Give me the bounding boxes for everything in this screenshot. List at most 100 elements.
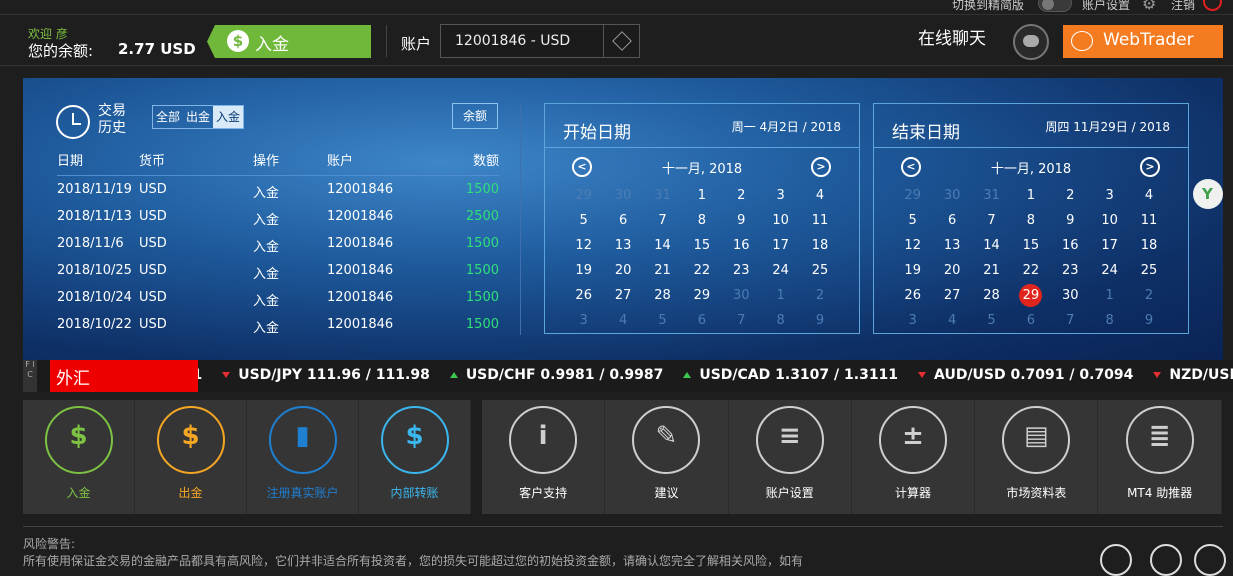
calendar-day[interactable]: 5 [643,308,682,333]
calendar-day[interactable]: 30 [603,183,642,208]
calendar-day[interactable]: 7 [1051,308,1090,333]
calendar-day[interactable]: 7 [722,308,761,333]
quick-action-transfer[interactable]: $ 内部转账 [359,400,471,514]
calendar-day[interactable]: 8 [761,308,800,333]
calendar-day[interactable]: 24 [1090,258,1129,283]
calendar-day[interactable]: 15 [1011,233,1050,258]
calendar-day[interactable]: 31 [972,183,1011,208]
calendar-day[interactable]: 26 [893,283,932,308]
filter-all[interactable]: 全部 [153,106,183,128]
quick-action-market-sheet[interactable]: ▤ 市场资料表 [975,400,1099,514]
calendar-day[interactable]: 30 [1051,283,1090,308]
ticker-category[interactable]: 外汇 [50,360,198,392]
calendar-day[interactable]: 8 [1011,208,1050,233]
calendar-day[interactable]: 18 [800,233,839,258]
quick-action-calculator[interactable]: ± 计算器 [852,400,976,514]
calendar-day[interactable]: 12 [893,233,932,258]
calendar-day[interactable]: 17 [1090,233,1129,258]
filter-deposit[interactable]: 入金 [213,106,244,128]
calendar-day[interactable]: 3 [893,308,932,333]
calendar-day[interactable]: 1 [761,283,800,308]
calendar-day[interactable]: 10 [761,208,800,233]
calendar-day[interactable]: 30 [722,283,761,308]
calendar-day[interactable]: 27 [603,283,642,308]
calendar-day[interactable]: 1 [1090,283,1129,308]
chevron-down-icon[interactable] [603,25,639,57]
calendar-day[interactable]: 28 [972,283,1011,308]
side-widget-icon[interactable] [1193,179,1223,209]
calendar-day[interactable]: 13 [603,233,642,258]
calendar-day[interactable]: 3 [1090,183,1129,208]
calendar-day[interactable]: 19 [564,258,603,283]
calendar-day[interactable]: 6 [682,308,721,333]
calendar-day[interactable]: 16 [1051,233,1090,258]
calendar-day[interactable]: 4 [800,183,839,208]
check-icon[interactable] [1194,544,1226,576]
filter-withdraw[interactable]: 出金 [183,106,213,128]
gear-icon[interactable]: ⚙ [1142,0,1156,13]
calendar-day[interactable]: 4 [1129,183,1168,208]
calendar-day[interactable]: 3 [761,183,800,208]
calendar-day[interactable]: 29 [1011,283,1050,308]
calendar-day[interactable]: 6 [932,208,971,233]
calendar-day[interactable]: 2 [800,283,839,308]
calendar-day[interactable]: 29 [564,183,603,208]
calendar-day[interactable]: 12 [564,233,603,258]
quick-action-register[interactable]: ▮ 注册真实账户 [247,400,359,514]
calendar-day[interactable]: 29 [893,183,932,208]
calendar-day[interactable]: 24 [761,258,800,283]
calendar-day[interactable]: 20 [932,258,971,283]
ticker-item[interactable]: NZD/USD 0.6535 / 0.6538 [1153,367,1233,383]
calendar-day[interactable]: 15 [682,233,721,258]
webtrader-button[interactable]: WebTrader [1063,25,1223,58]
calendar-day[interactable]: 23 [722,258,761,283]
deposit-button[interactable]: $ 入金 [207,25,371,58]
calendar-day[interactable]: 17 [761,233,800,258]
calendar-day[interactable]: 4 [932,308,971,333]
calendar-day[interactable]: 25 [800,258,839,283]
ticker-item[interactable]: USD/JPY 111.96 / 111.98 [222,367,430,383]
calendar-day[interactable]: 22 [682,258,721,283]
calendar-day[interactable]: 11 [800,208,839,233]
ticker-item[interactable]: USD/CAD 1.3107 / 1.3111 [683,367,898,383]
calendar-day[interactable]: 14 [972,233,1011,258]
calendar-day[interactable]: 1 [682,183,721,208]
calendar-day[interactable]: 21 [972,258,1011,283]
calendar-day[interactable]: 22 [1011,258,1050,283]
calendar-day[interactable]: 6 [603,208,642,233]
calendar-day[interactable]: 30 [932,183,971,208]
calendar-day[interactable]: 6 [1011,308,1050,333]
calendar-day[interactable]: 1 [1011,183,1050,208]
calendar-day[interactable]: 8 [1090,308,1129,333]
calendar-day[interactable]: 4 [603,308,642,333]
calendar-day[interactable]: 25 [1129,258,1168,283]
ticker-item[interactable]: AUD/USD 0.7091 / 0.7094 [918,367,1133,383]
calendar-day[interactable]: 31 [643,183,682,208]
calendar-day[interactable]: 8 [682,208,721,233]
quick-action-mt4-booster[interactable]: ≣ MT4 助推器 [1098,400,1222,514]
calendar-day[interactable]: 10 [1090,208,1129,233]
chevron-right-icon[interactable]: > [811,157,831,177]
chat-bubble-icon[interactable] [1013,24,1049,60]
logout-link[interactable]: 注销 [1171,0,1195,13]
calendar-day[interactable]: 27 [932,283,971,308]
quick-action-info[interactable]: i 客户支持 [482,400,606,514]
calendar-day[interactable]: 19 [893,258,932,283]
quick-action-withdraw[interactable]: $ 出金 [135,400,247,514]
calendar-day[interactable]: 7 [972,208,1011,233]
balance-button[interactable]: 余额 [452,103,498,129]
calendar-day[interactable]: 28 [643,283,682,308]
ticker-item[interactable]: USD/CHF 0.9981 / 0.9987 [449,367,663,383]
calendar-day[interactable]: 7 [643,208,682,233]
calendar-day[interactable]: 14 [643,233,682,258]
calendar-day[interactable]: 2 [722,183,761,208]
chevron-right-icon[interactable]: > [1140,157,1160,177]
quick-action-suggestion[interactable]: ✎ 建议 [605,400,729,514]
calendar-day[interactable]: 2 [1051,183,1090,208]
calendar-day[interactable]: 20 [603,258,642,283]
calendar-day[interactable]: 21 [643,258,682,283]
calendar-day[interactable]: 5 [893,208,932,233]
calendar-day[interactable]: 9 [1051,208,1090,233]
calendar-day[interactable]: 5 [972,308,1011,333]
target-icon[interactable] [1150,544,1182,576]
